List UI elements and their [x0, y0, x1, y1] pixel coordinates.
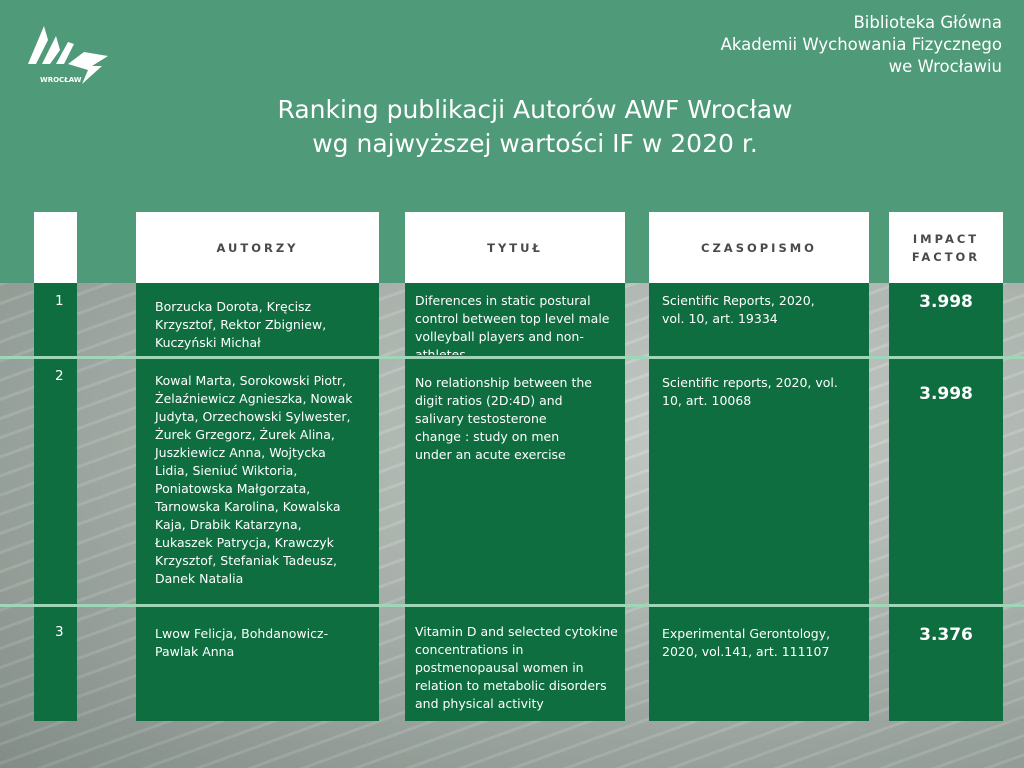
- row-2-impact-factor: 3.998: [919, 384, 973, 404]
- header-if-line1: IMPACT: [912, 231, 980, 246]
- row-1-title: Diferences in static postural control be…: [415, 293, 610, 355]
- row-2-number: 2: [55, 368, 64, 384]
- row-1-number: 1: [55, 293, 64, 309]
- page-title: Ranking publikacji Autorów AWF Wrocław w…: [0, 93, 1024, 161]
- row-divider: [0, 604, 1024, 607]
- awf-logo: WROCŁAW: [22, 22, 112, 96]
- header-title: TYTUŁ: [405, 212, 625, 283]
- header-journal: CZASOPISMO: [649, 212, 869, 283]
- row-3-authors: Lwow Felicja, Bohdanowicz-Pawlak Anna: [155, 626, 329, 659]
- header-number: [34, 212, 77, 283]
- library-name-line3: we Wrocławiu: [888, 57, 1002, 76]
- library-name-line2: Akademii Wychowania Fizycznego: [720, 35, 1002, 54]
- awf-logo-icon: WROCŁAW: [28, 26, 108, 84]
- logo-text: WROCŁAW: [40, 76, 82, 84]
- row-3-impact-factor: 3.376: [919, 625, 973, 645]
- header-if-line2: FACTOR: [911, 249, 981, 264]
- row-3-journal: Experimental Gerontology, 2020, vol.141,…: [662, 626, 831, 659]
- row-3-title: Vitamin D and selected cytokine concentr…: [415, 624, 618, 711]
- row-1-authors: Borzucka Dorota, Kręcisz Krzysztof, Rekt…: [155, 299, 327, 350]
- library-name-line1: Biblioteka Główna: [853, 13, 1002, 32]
- library-name: Biblioteka Główna Akademii Wychowania Fi…: [721, 12, 1002, 78]
- page-title-line2: wg najwyższej wartości IF w 2020 r.: [312, 129, 758, 158]
- row-2-authors: Kowal Marta, Sorokowski Piotr, Żelaźniew…: [155, 373, 353, 586]
- header-authors: AUTORZY: [136, 212, 379, 283]
- row-1-impact-factor: 3.998: [919, 292, 973, 312]
- row-1-journal: Scientific Reports, 2020, vol. 10, art. …: [662, 293, 815, 326]
- row-2-journal: Scientific reports, 2020, vol. 10, art. …: [662, 375, 838, 408]
- page-title-line1: Ranking publikacji Autorów AWF Wrocław: [277, 95, 793, 124]
- row-divider: [0, 356, 1024, 359]
- column-number: [34, 212, 77, 721]
- header-impact-factor: IMPACT FACTOR: [889, 212, 1003, 283]
- row-2-title: No relationship between the digit ratios…: [415, 375, 592, 462]
- row-3-number: 3: [55, 624, 64, 640]
